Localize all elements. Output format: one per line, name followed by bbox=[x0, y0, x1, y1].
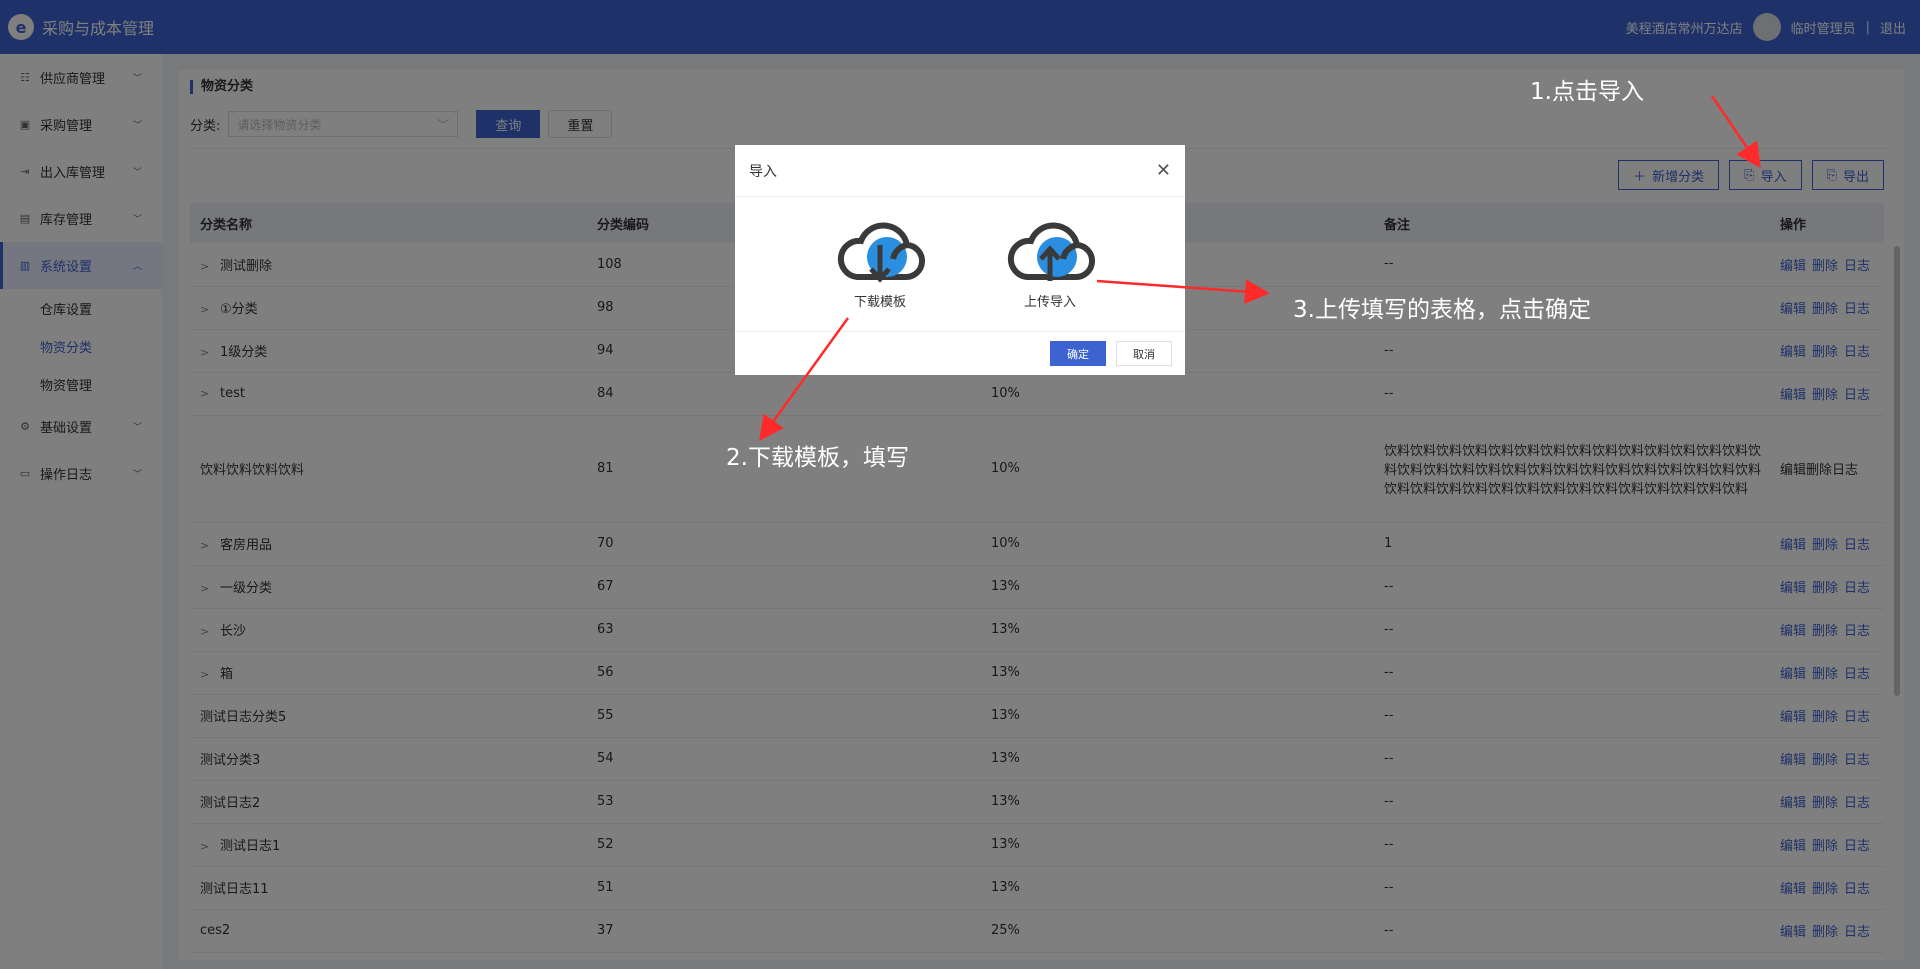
annotation-arrow-1 bbox=[1710, 95, 1761, 169]
annotation-step2: 2.下载模板，填写 bbox=[726, 445, 909, 471]
annotation-step3: 3.上传填写的表格，点击确定 bbox=[1293, 297, 1591, 323]
annotation-step1: 1.点击导入 bbox=[1530, 79, 1644, 105]
annotation-arrow-3 bbox=[1096, 279, 1270, 305]
annotation-arrows bbox=[759, 95, 1761, 442]
annotation-arrow-2 bbox=[759, 317, 850, 442]
